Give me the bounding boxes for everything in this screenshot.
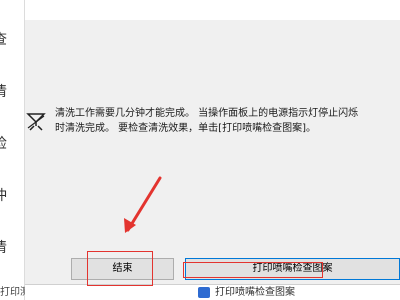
background-window-sidebar: 查 清 检 冲 清 打印测试页	[0, 0, 25, 300]
sidebar-char: 清	[0, 240, 7, 256]
printer-icon	[198, 287, 210, 298]
sidebar-char: 检	[0, 136, 7, 152]
sidebar-char: 查	[0, 32, 7, 48]
screen: 查 清 检 冲 清 打印测试页 清洗工作需要几分钟才能完成。 当操作面板上的电源…	[0, 0, 400, 300]
bottom-bar-label: 打印喷嘴检查图案	[215, 287, 295, 298]
nozzle-cleaning-icon	[26, 113, 46, 131]
print-nozzle-check-button[interactable]: 打印喷嘴检查图案	[185, 258, 400, 280]
sidebar-char: 冲	[0, 188, 7, 204]
message-line: 时清洗完成。 要检查清洗效果，单击[打印喷嘴检查图案]。	[55, 123, 316, 134]
background-bottom-bar: 打印喷嘴检查图案	[25, 284, 400, 300]
finish-button[interactable]: 结束	[71, 258, 174, 280]
sidebar-char: 清	[0, 84, 7, 100]
sidebar-bottom-label: 打印测试页	[0, 287, 25, 298]
cleaning-message: 清洗工作需要几分钟才能完成。 当操作面板上的电源指示灯停止闪烁 时清洗完成。 要…	[55, 106, 393, 136]
message-line: 清洗工作需要几分钟才能完成。 当操作面板上的电源指示灯停止闪烁	[55, 108, 359, 119]
dialog-top-area	[25, 0, 400, 20]
head-cleaning-dialog: 清洗工作需要几分钟才能完成。 当操作面板上的电源指示灯停止闪烁 时清洗完成。 要…	[25, 20, 400, 284]
